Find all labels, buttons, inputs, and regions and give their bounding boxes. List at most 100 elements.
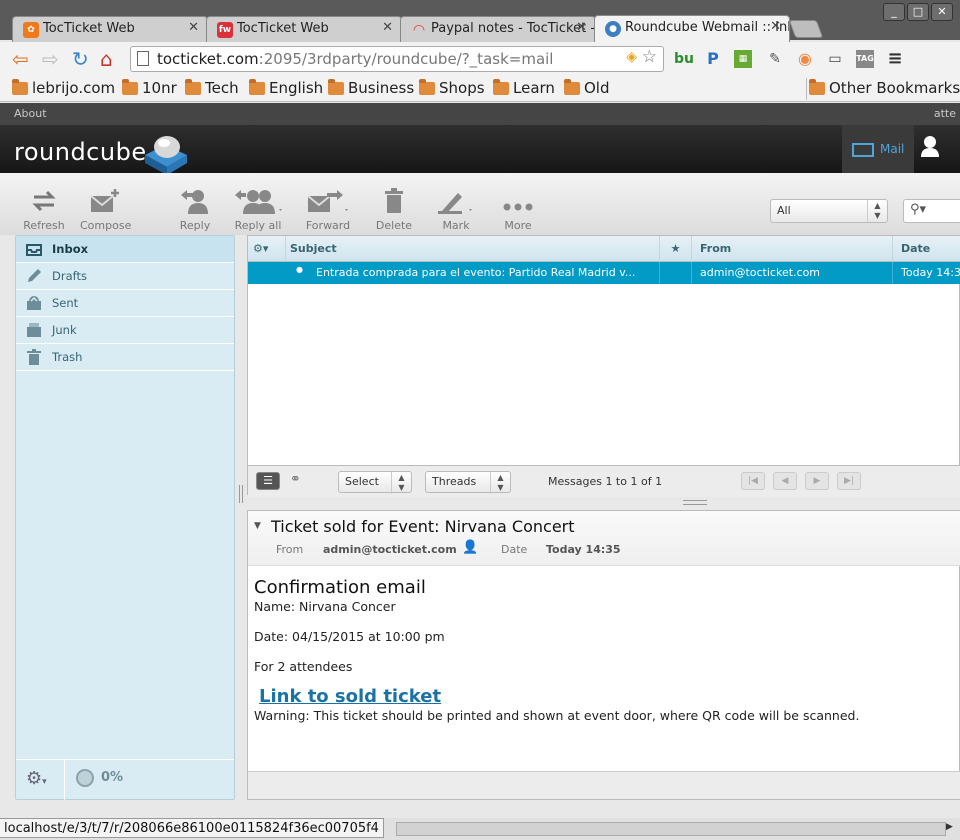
browser-tab-4[interactable]: ● Roundcube Webmail :: Inb ✕	[594, 15, 790, 42]
close-window-button[interactable]: ✕	[931, 3, 953, 21]
reply-button[interactable]: Reply	[175, 187, 215, 232]
forward-button[interactable]: Forward	[304, 187, 352, 232]
unread-dot-icon: ●	[296, 265, 303, 274]
star-icon[interactable]: ☆	[642, 47, 657, 67]
other-bookmarks[interactable]: Other Bookmarks	[809, 79, 960, 97]
preview-footer	[248, 771, 960, 799]
list-options-button[interactable]: ⚙▾	[248, 236, 286, 262]
maximize-button[interactable]: □	[907, 3, 929, 21]
select-menu[interactable]: Select ▲ ▼	[338, 471, 412, 494]
table-row[interactable]: ● Entrada comprada para el evento: Parti…	[248, 262, 960, 284]
bookmark-folder[interactable]: lebrijo.com	[12, 79, 115, 97]
column-subject[interactable]: Subject	[286, 236, 660, 262]
back-icon[interactable]: ⇦	[12, 48, 29, 70]
extension-color-icon[interactable]: ▦	[734, 50, 752, 68]
scroll-right-icon[interactable]: ▶	[946, 822, 953, 832]
last-page-button[interactable]: ▶|	[837, 472, 861, 490]
threads-label: Threads	[432, 475, 477, 488]
add-contact-icon[interactable]: 👤	[462, 540, 478, 555]
forward-icon[interactable]: ⇨	[42, 48, 59, 70]
message-flag[interactable]	[660, 262, 692, 284]
filter-select[interactable]: All ▲ ▼	[770, 199, 888, 223]
target-icon[interactable]: ◉	[796, 50, 814, 68]
bookmark-folder[interactable]: 10nr	[122, 79, 177, 97]
first-page-button[interactable]: |◀	[741, 472, 765, 490]
home-icon[interactable]: ⌂	[100, 48, 113, 70]
bookmark-label: Shops	[439, 79, 485, 97]
minimize-button[interactable]: _	[883, 3, 905, 21]
bookmark-folder[interactable]: Learn	[493, 79, 555, 97]
message-from: admin@tocticket.com	[692, 262, 893, 284]
ruler-icon[interactable]: ▭	[826, 50, 844, 68]
reply-all-icon	[235, 190, 282, 214]
folder-item-drafts[interactable]: Drafts	[16, 263, 234, 290]
reply-all-button[interactable]: Reply all	[228, 187, 288, 232]
bookmark-folder[interactable]: Tech	[185, 79, 239, 97]
bookmark-folder[interactable]: Shops	[419, 79, 485, 97]
folder-label: Drafts	[52, 269, 87, 283]
close-icon[interactable]: ✕	[188, 20, 199, 35]
next-page-button[interactable]: ▶	[805, 472, 829, 490]
top-line: About atte	[0, 103, 960, 125]
prev-page-button[interactable]: ◀	[773, 472, 797, 490]
mark-icon	[438, 193, 472, 214]
logo[interactable]: roundcube	[14, 138, 147, 166]
extension-bu-icon[interactable]: bu	[674, 50, 694, 68]
mail-task-button[interactable]: Mail	[842, 125, 914, 173]
gear-icon[interactable]: ⚙▾	[26, 768, 47, 789]
trash-icon	[27, 349, 41, 365]
refresh-button[interactable]: Refresh	[22, 187, 66, 232]
reload-icon[interactable]: ↻	[72, 48, 89, 70]
bookmark-folder[interactable]: Business	[328, 79, 414, 97]
bookmark-label: English	[269, 79, 324, 97]
folder-item-junk[interactable]: Junk	[16, 317, 234, 344]
menu-icon[interactable]: ≡	[886, 50, 904, 68]
message-subject[interactable]: ● Entrada comprada para el evento: Parti…	[248, 262, 660, 284]
sold-ticket-link[interactable]: Link to sold ticket	[259, 686, 441, 707]
close-icon[interactable]: ✕	[576, 20, 587, 35]
horizontal-splitter[interactable]	[683, 500, 707, 505]
eyedropper-icon[interactable]: ✎	[766, 50, 784, 68]
delete-button[interactable]: Delete	[374, 187, 414, 232]
mark-button[interactable]: Mark	[434, 187, 478, 232]
more-button[interactable]: More	[498, 187, 538, 232]
collapse-toggle-icon[interactable]: ▼	[254, 521, 261, 531]
compose-label: Compose	[80, 219, 132, 232]
folder-item-trash[interactable]: Trash	[16, 344, 234, 371]
threads-menu[interactable]: Threads ▲ ▼	[425, 471, 511, 494]
browser-tab-2[interactable]: fw TocTicket Web ✕	[206, 16, 402, 42]
from-address[interactable]: admin@tocticket.com	[323, 543, 457, 556]
new-tab-button[interactable]	[788, 20, 824, 38]
reply-label: Reply	[179, 219, 211, 232]
body-attendees-line: For 2 attendees	[254, 659, 353, 674]
bookmark-folder[interactable]: Old	[564, 79, 610, 97]
browser-tab-3[interactable]: ◠ Paypal notes - TocTicket - ✕	[400, 16, 596, 42]
folder-item-sent[interactable]: Sent	[16, 290, 234, 317]
quota-pie-icon	[76, 769, 94, 787]
thread-view-icon[interactable]: ⚭	[290, 472, 301, 487]
column-flag[interactable]: ★	[660, 236, 692, 262]
tag-icon[interactable]: TAG	[856, 50, 874, 68]
folder-item-inbox[interactable]: Inbox	[16, 236, 234, 263]
list-view-icon[interactable]: ☰	[256, 472, 280, 490]
horizontal-scrollbar[interactable]	[396, 822, 946, 836]
shield-icon[interactable]: ◈	[626, 49, 637, 65]
sent-icon	[27, 296, 41, 310]
close-icon[interactable]: ✕	[382, 20, 393, 35]
about-link[interactable]: About	[14, 107, 47, 120]
fw-icon: fw	[217, 22, 233, 38]
address-bar[interactable]: tocticket.com:2095/3rdparty/roundcube/?_…	[130, 46, 664, 72]
vertical-splitter[interactable]	[239, 485, 243, 503]
folder-list: Inbox Drafts Sent Junk Trash ⚙▾ 0%	[15, 235, 235, 800]
extension-p-icon[interactable]: P	[704, 50, 722, 68]
column-date[interactable]: Date	[893, 236, 960, 262]
bookmark-folder[interactable]: English	[249, 79, 323, 97]
compose-button[interactable]: Compose	[80, 187, 132, 232]
close-icon[interactable]: ✕	[770, 19, 781, 34]
folder-icon	[419, 79, 435, 95]
column-from[interactable]: From	[692, 236, 893, 262]
browser-tab-1[interactable]: ✿ TocTicket Web ✕	[12, 16, 208, 42]
search-input[interactable]: ⚲▾	[903, 199, 960, 223]
tab-title: TocTicket Web	[237, 21, 329, 36]
user-icon[interactable]	[920, 135, 940, 159]
